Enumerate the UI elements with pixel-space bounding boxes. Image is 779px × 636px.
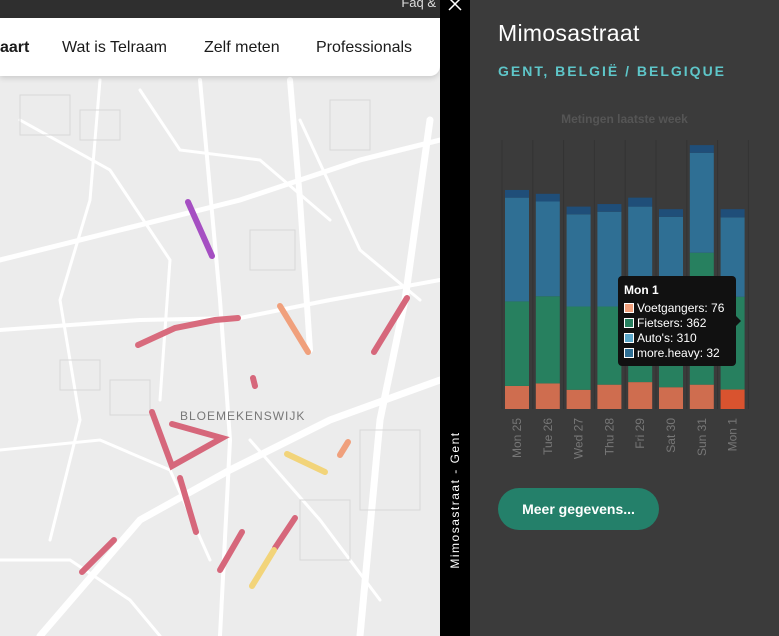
- tooltip-cyclists-text: Fietsers: 362: [637, 316, 707, 330]
- detail-panel: Mimosastraat GENT, BELGIË / BELGIQUE Met…: [470, 0, 779, 636]
- x-tick-label: Thu 28: [602, 418, 616, 456]
- bar-more-heavy-4[interactable]: [597, 204, 622, 212]
- tooltip-arrow: [736, 316, 741, 326]
- x-tick-label: Mon 1: [726, 418, 740, 452]
- main-navigation: aart Wat is Telraam Zelf meten Professio…: [0, 18, 440, 76]
- sidebar-strip-label: Mimosastraat - Gent: [448, 431, 462, 569]
- cars-swatch: [624, 333, 634, 343]
- x-tick-label: Sun 31: [695, 418, 709, 456]
- bar-voetgangers-7[interactable]: [689, 384, 714, 409]
- map[interactable]: BLOEMEKENSWIJK: [0, 0, 440, 636]
- tooltip-cars-text: Auto's: 310: [637, 331, 697, 345]
- faq-link[interactable]: Faq &: [401, 0, 436, 10]
- bar-voetgangers-3[interactable]: [566, 389, 591, 409]
- chart-tooltip: Mon 1 Voetgangers: 76 Fietsers: 362 Auto…: [618, 276, 736, 366]
- tooltip-row-heavy: more.heavy: 32: [624, 346, 720, 360]
- nav-item-wat-is-telraam[interactable]: Wat is Telraam: [62, 39, 167, 57]
- x-tick-label: Mon 25: [510, 418, 524, 458]
- tooltip-title: Mon 1: [624, 283, 659, 297]
- tooltip-heavy-text: more.heavy: 32: [637, 346, 720, 360]
- bar-voetgangers-8[interactable]: [720, 389, 745, 409]
- bar-more-heavy-5[interactable]: [628, 197, 653, 207]
- bar-auto-s-3[interactable]: [566, 214, 591, 307]
- nav-item-professionals[interactable]: Professionals: [316, 39, 412, 57]
- bar-more-heavy-2[interactable]: [535, 193, 560, 202]
- bar-more-heavy-8[interactable]: [720, 209, 745, 218]
- tooltip-pedestrians-text: Voetgangers: 76: [637, 301, 725, 315]
- tooltip-row-pedestrians: Voetgangers: 76: [624, 301, 724, 315]
- street-network: [0, 77, 440, 636]
- x-tick-label: Sat 30: [664, 418, 678, 453]
- bar-more-heavy-7[interactable]: [689, 145, 714, 153]
- pedestrians-swatch: [624, 303, 634, 313]
- bar-fietsers-3[interactable]: [566, 306, 591, 390]
- bar-voetgangers-1[interactable]: [505, 385, 529, 409]
- x-tick-label: Wed 27: [572, 418, 586, 459]
- tooltip-row-cars: Auto's: 310: [624, 331, 697, 345]
- nav-item-zelf-meten[interactable]: Zelf meten: [204, 39, 280, 57]
- bar-voetgangers-6[interactable]: [659, 387, 683, 409]
- map-canvas[interactable]: [0, 0, 440, 636]
- heavy-swatch: [624, 348, 634, 358]
- weekly-bar-chart[interactable]: Mon 25 Tue 26 Wed 27 Thu 28 Fri 29 Sat 30 Sun …: [470, 0, 779, 480]
- bar-voetgangers-5[interactable]: [628, 382, 653, 409]
- bar-auto-s-2[interactable]: [535, 201, 560, 297]
- close-icon[interactable]: [447, 0, 463, 12]
- bar-fietsers-1[interactable]: [505, 301, 529, 386]
- top-bar: Faq &: [0, 0, 440, 18]
- bar-auto-s-1[interactable]: [505, 197, 529, 302]
- x-tick-label: Tue 26: [541, 418, 555, 455]
- nav-item-kaart[interactable]: aart: [0, 39, 29, 57]
- bar-more-heavy-1[interactable]: [505, 189, 529, 198]
- bar-voetgangers-4[interactable]: [597, 384, 622, 409]
- bar-more-heavy-6[interactable]: [659, 209, 683, 217]
- bar-auto-s-7[interactable]: [689, 152, 714, 253]
- x-tick-label: Fri 29: [633, 418, 647, 449]
- bar-voetgangers-2[interactable]: [535, 383, 560, 409]
- bar-fietsers-2[interactable]: [535, 296, 560, 384]
- more-data-button[interactable]: Meer gegevens...: [498, 488, 659, 530]
- bar-more-heavy-3[interactable]: [566, 206, 591, 215]
- tooltip-row-cyclists: Fietsers: 362: [624, 316, 706, 330]
- neighbourhood-label: BLOEMEKENSWIJK: [180, 409, 306, 423]
- cyclists-swatch: [624, 318, 634, 328]
